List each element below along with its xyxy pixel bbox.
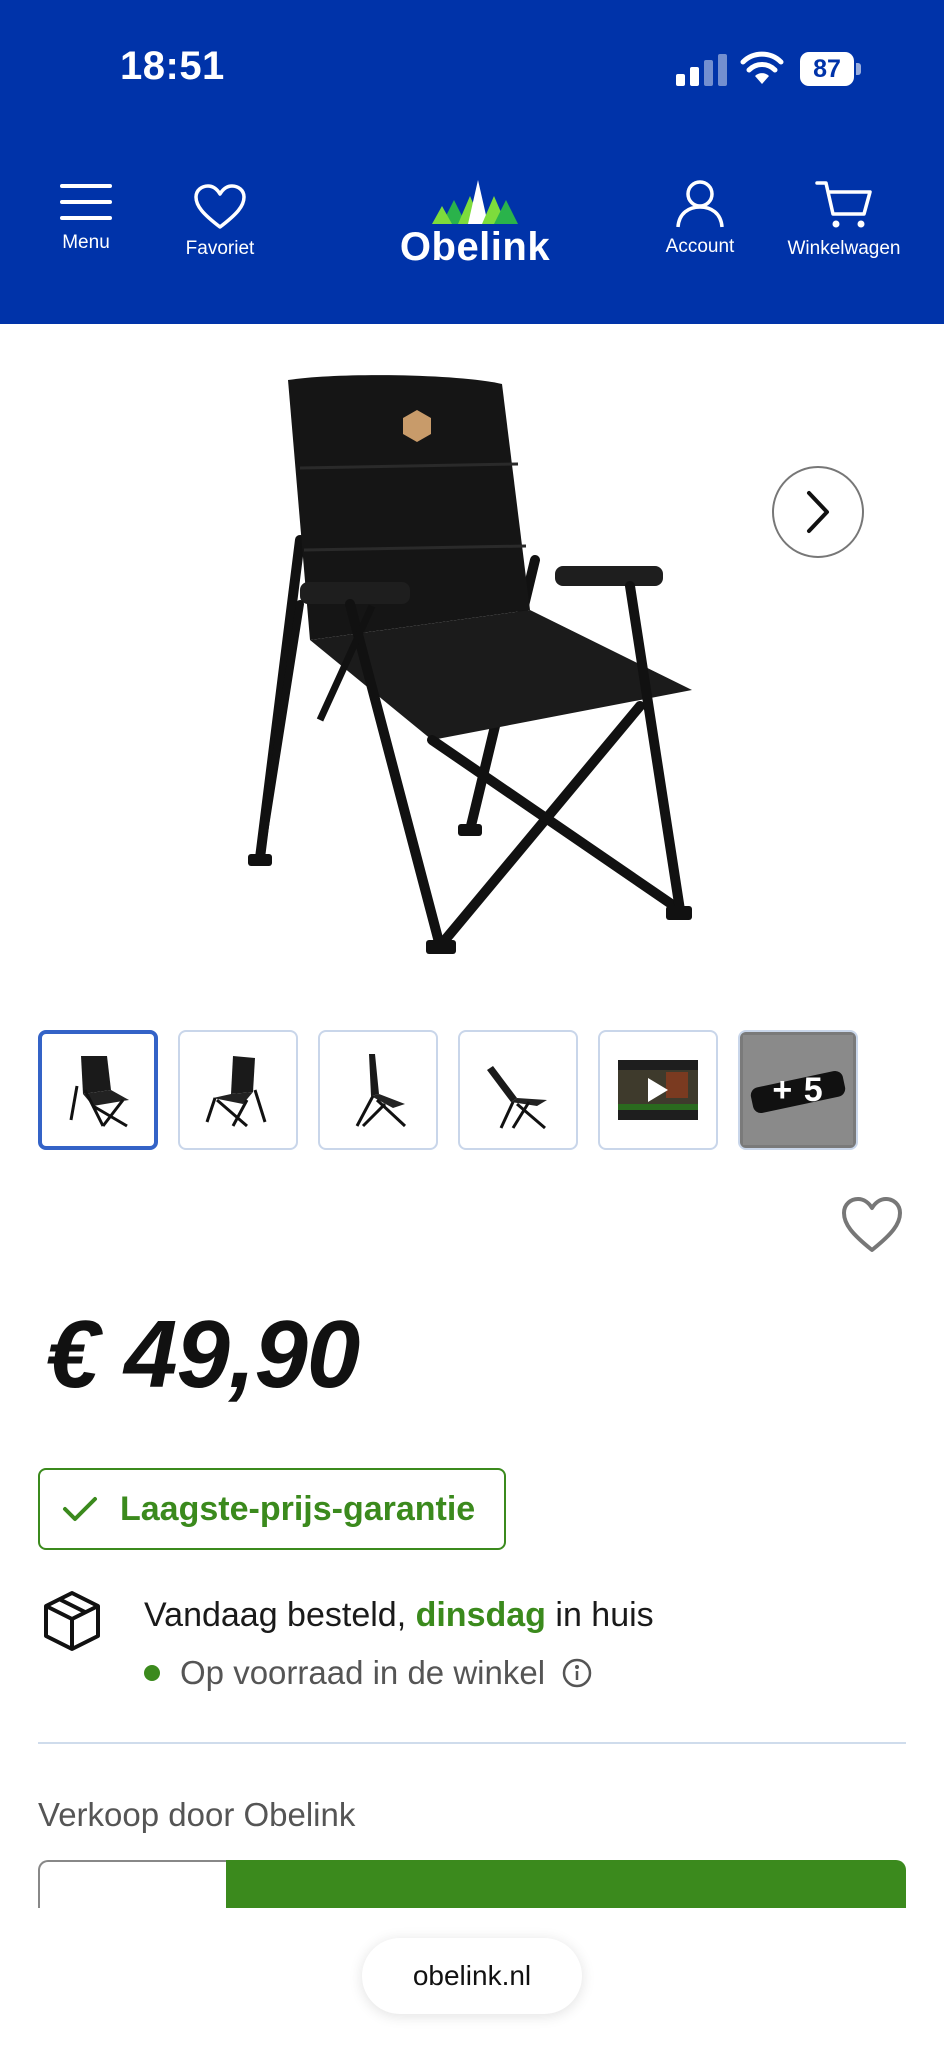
cellular-signal-icon: [676, 54, 727, 86]
seller-info: Verkoop door Obelink: [38, 1796, 356, 1833]
hamburger-menu-icon: [60, 184, 112, 220]
heart-icon: [194, 184, 246, 229]
account-button[interactable]: Account: [630, 180, 770, 258]
image-thumbnail-strip: + 5: [38, 1030, 898, 1152]
obelink-logo[interactable]: Obelink: [390, 178, 560, 269]
favorites-button[interactable]: Favoriet: [150, 184, 290, 260]
add-to-favorites-heart-icon[interactable]: [840, 1196, 904, 1254]
tents-logo-icon: [432, 180, 518, 224]
browser-url-pill[interactable]: obelink.nl: [362, 1938, 582, 2014]
in-stock-dot: [144, 1665, 160, 1681]
status-time: 18:51: [120, 44, 225, 88]
stock-status: Op voorraad in de winkel: [144, 1654, 593, 1692]
favorites-label: Favoriet: [185, 238, 255, 259]
checkmark-icon: [63, 1497, 97, 1521]
menu-label: Menu: [62, 232, 110, 253]
delivery-estimate: Vandaag besteld, dinsdag in huis: [144, 1596, 654, 1635]
cart-label: Winkelwagen: [787, 238, 901, 259]
battery-indicator: 87: [800, 52, 862, 86]
chevron-right-icon: [807, 491, 829, 533]
add-to-cart-button[interactable]: [226, 1860, 906, 1908]
cart-button[interactable]: Winkelwagen: [774, 180, 914, 260]
section-divider: [38, 1742, 906, 1744]
user-icon: [676, 180, 724, 228]
thumbnail-4[interactable]: [458, 1030, 578, 1150]
more-images-count: + 5: [772, 1070, 824, 1109]
stock-text: Op voorraad in de winkel: [180, 1654, 546, 1691]
battery-level: 87: [800, 52, 854, 86]
delivery-day: dinsdag: [415, 1596, 546, 1634]
delivery-prefix: Vandaag besteld,: [144, 1596, 416, 1634]
wifi-icon: [740, 51, 784, 84]
site-header: 18:51 87 Menu Favoriet Obelink Account W…: [0, 0, 944, 324]
chair-thumbnail-image: [487, 1066, 547, 1130]
lowest-price-guarantee-badge[interactable]: Laagste-prijs-garantie: [38, 1468, 506, 1550]
chair-thumbnail-image: [205, 1056, 267, 1128]
info-icon[interactable]: [561, 1657, 593, 1689]
shopping-cart-icon: [815, 181, 872, 228]
next-image-button[interactable]: [772, 466, 864, 558]
chair-thumbnail-image: [355, 1054, 407, 1128]
thumbnail-1[interactable]: [38, 1030, 158, 1150]
video-thumbnail-image: [618, 1060, 698, 1120]
thumbnail-3[interactable]: [318, 1030, 438, 1150]
thumbnail-2[interactable]: [178, 1030, 298, 1150]
guarantee-label: Laagste-prijs-garantie: [120, 1489, 476, 1528]
menu-button[interactable]: Menu: [16, 180, 156, 254]
thumbnail-more-images[interactable]: + 5: [738, 1030, 858, 1150]
chair-thumbnail-image: [69, 1056, 129, 1128]
thumbnail-video[interactable]: [598, 1030, 718, 1150]
package-box-icon: [44, 1591, 100, 1651]
product-image-camping-chair[interactable]: [200, 360, 720, 990]
account-label: Account: [665, 236, 735, 257]
product-price: € 49,90: [46, 1301, 360, 1408]
delivery-suffix: in huis: [545, 1596, 654, 1634]
logo-wordmark: Obelink: [399, 225, 551, 269]
